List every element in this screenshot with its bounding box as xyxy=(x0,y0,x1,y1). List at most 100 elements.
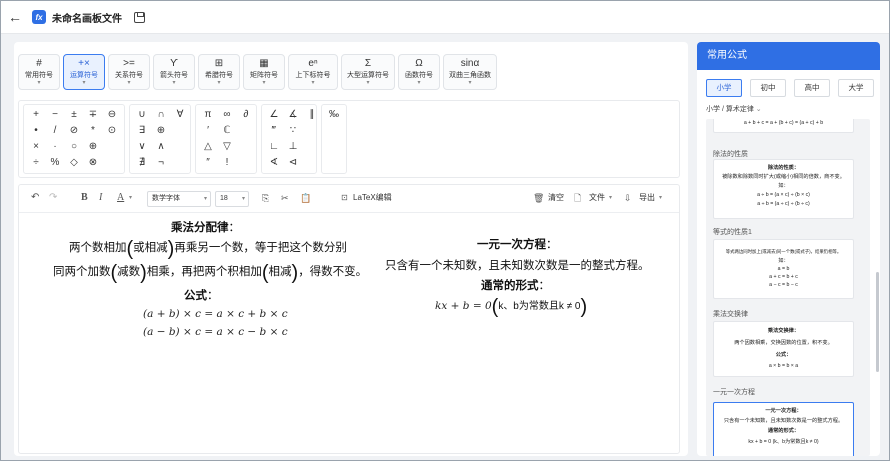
symbol-button[interactable]: • xyxy=(29,125,43,137)
arrow-icon: ϒ xyxy=(170,57,178,69)
tab-arrow-symbols[interactable]: ϒ 箭头符号 ▾ xyxy=(153,54,195,90)
symbol-button[interactable]: ⊥ xyxy=(286,141,300,153)
symbol-button[interactable]: ∵ xyxy=(286,125,300,137)
italic-icon[interactable]: I xyxy=(99,192,102,204)
symbol-button[interactable]: / xyxy=(48,125,62,137)
symbol-button[interactable]: * xyxy=(86,125,100,137)
cut-icon[interactable]: ✂ xyxy=(281,192,289,204)
symbol-button[interactable]: ∀ xyxy=(173,109,187,121)
symbol-button[interactable]: ◇ xyxy=(67,157,81,169)
symbol-button[interactable]: × xyxy=(29,141,43,153)
symbol-button[interactable]: ∩ xyxy=(154,109,168,121)
symbol-button[interactable]: △ xyxy=(201,141,215,153)
save-icon[interactable] xyxy=(134,11,145,23)
formula-card[interactable]: a + b + c = a + (b + c) = (a + c) + b xyxy=(713,119,854,133)
tab-greek-symbols[interactable]: ⊞ 希腊符号 ▾ xyxy=(198,54,240,90)
symbol-button[interactable]: ⊖ xyxy=(105,109,119,121)
symbol-button[interactable]: ∨ xyxy=(135,141,149,153)
tab-hyperbolic-trig[interactable]: sinα 双曲三角函数 ▾ xyxy=(443,54,497,90)
font-select[interactable]: 数学字体 ▾ xyxy=(147,191,211,207)
panel-scrollbar[interactable] xyxy=(876,272,879,372)
symbol-button[interactable]: % xyxy=(48,157,62,169)
relation-icon: >= xyxy=(123,57,135,69)
tab-matrix-symbols[interactable]: ▦ 矩阵符号 ▾ xyxy=(243,54,285,90)
formula-card[interactable]: 除法的性质： 被除数和除数同时扩大(或缩小)相同的倍数，商不变。 如： a ÷ … xyxy=(713,159,854,219)
symbol-button[interactable]: + xyxy=(29,109,43,121)
formula-label-text: 公式 xyxy=(184,290,207,302)
paste-icon[interactable]: 📋 xyxy=(300,192,311,204)
chevron-down-icon: ▾ xyxy=(82,79,86,86)
latex-icon[interactable]: ⊡ xyxy=(341,192,348,204)
symbol-button[interactable]: ‰ xyxy=(327,109,341,121)
file-icon[interactable]: 🗋 xyxy=(574,192,581,204)
tab-operator-symbols[interactable]: +× 运算符号 ▾ xyxy=(63,54,105,90)
symbol-button[interactable]: ∂ xyxy=(239,109,253,121)
level-tab-primary[interactable]: 小学 xyxy=(706,79,742,97)
card-line: a ÷ b = (a × c) ÷ (b × c) xyxy=(757,192,810,198)
symbol-button[interactable]: ′ xyxy=(201,125,215,137)
tab-label: 希腊符号 xyxy=(205,71,233,79)
back-arrow-icon[interactable]: ← xyxy=(8,9,22,25)
symbol-button[interactable]: ⊘ xyxy=(67,125,81,137)
bold-icon[interactable]: B xyxy=(81,192,88,204)
tab-relation-symbols[interactable]: >= 关系符号 ▾ xyxy=(108,54,150,90)
latex-edit-button[interactable]: LaTeX编辑 xyxy=(353,193,392,203)
undo-icon[interactable]: ↶ xyxy=(31,192,39,204)
formula-canvas[interactable]: 乘法分配律： 两个数相加(或相减)再乘另一个数，等于把这个数分别 同两个加数(减… xyxy=(19,214,679,454)
export-icon[interactable]: ⇩ xyxy=(624,192,632,204)
symbol-button[interactable]: ∃ xyxy=(135,125,149,137)
redo-icon[interactable]: ↷ xyxy=(49,192,57,204)
symbol-button[interactable]: ∟ xyxy=(267,141,281,153)
level-tab-junior[interactable]: 初中 xyxy=(750,79,786,97)
symbol-button[interactable]: π xyxy=(201,109,215,121)
level-tab-university[interactable]: 大学 xyxy=(838,79,874,97)
chevron-down-icon[interactable]: ▾ xyxy=(659,192,662,204)
font-size-value: 18 xyxy=(220,195,228,202)
tab-function-symbols[interactable]: Ω 函数符号 ▾ xyxy=(398,54,440,90)
formula-card[interactable]: 乘法交换律： 两个因数相乘，交换因数的位置，积不变。 公式： a × b = b… xyxy=(713,321,854,377)
font-size-select[interactable]: 18 ▾ xyxy=(215,191,249,207)
symbol-button[interactable]: ⊙ xyxy=(105,125,119,137)
formula-card-selected[interactable]: 一元一次方程： 只含有一个未知数，且未知数次数是一的整式方程。 通常的形式： k… xyxy=(713,402,854,456)
symbol-button[interactable]: ⊲ xyxy=(286,157,300,169)
chevron-down-icon[interactable]: ▾ xyxy=(609,192,612,204)
symbol-button[interactable]: ± xyxy=(67,109,81,121)
formula-card[interactable]: 等式两边同时加上(或减去)同一个数(或式子)，结果仍相等。 如： a = b a… xyxy=(713,239,854,299)
category-dropdown[interactable]: 小学 / 算术定律 ⌄ xyxy=(706,104,762,114)
symbol-button[interactable]: ⊗ xyxy=(86,157,100,169)
symbol-button[interactable]: · xyxy=(48,141,62,153)
chevron-down-icon[interactable]: ▾ xyxy=(129,192,132,204)
symbol-button[interactable]: ∠ xyxy=(267,109,281,121)
symbol-button[interactable]: ℂ xyxy=(220,125,234,137)
symbol-button[interactable]: ∥ xyxy=(305,109,319,121)
level-tab-senior[interactable]: 高中 xyxy=(794,79,830,97)
export-menu-button[interactable]: 导出 xyxy=(639,193,655,203)
symbol-button[interactable]: ¬ xyxy=(154,157,168,169)
symbol-button[interactable]: ○ xyxy=(67,141,81,153)
symbol-button[interactable]: ! xyxy=(220,157,234,169)
tab-large-operator-symbols[interactable]: Σ 大型运算符号 ▾ xyxy=(341,54,395,90)
symbol-button[interactable]: ⊕ xyxy=(154,125,168,137)
card-title: 除法的性质 xyxy=(713,151,748,158)
trash-icon[interactable]: 🗑 xyxy=(533,192,544,204)
symbol-button[interactable]: ∡ xyxy=(286,109,300,121)
clear-button[interactable]: 清空 xyxy=(548,193,564,203)
symbol-button[interactable]: ∢ xyxy=(267,157,281,169)
symbol-button[interactable]: − xyxy=(48,109,62,121)
symbol-button[interactable]: ∓ xyxy=(86,109,100,121)
tab-common-symbols[interactable]: # 常用符号 ▾ xyxy=(18,54,60,90)
symbol-button[interactable]: ∄ xyxy=(135,157,149,169)
symbol-button[interactable]: ∧ xyxy=(154,141,168,153)
symbol-button[interactable]: ‴ xyxy=(267,125,281,137)
symbol-button[interactable]: ∞ xyxy=(220,109,234,121)
symbol-button[interactable]: ″ xyxy=(201,157,215,169)
symbol-button[interactable]: ▽ xyxy=(220,141,234,153)
tab-script-symbols[interactable]: eⁿ 上下标符号 ▾ xyxy=(288,54,338,90)
document-title[interactable]: 未命名画板文件 xyxy=(52,10,122,25)
text-color-icon[interactable]: A xyxy=(117,192,124,204)
file-menu-button[interactable]: 文件 xyxy=(589,193,605,203)
symbol-button[interactable]: ⊕ xyxy=(86,141,100,153)
symbol-button[interactable]: ∪ xyxy=(135,109,149,121)
symbol-button[interactable]: ÷ xyxy=(29,157,43,169)
copy-icon[interactable]: ⎘ xyxy=(262,192,269,204)
